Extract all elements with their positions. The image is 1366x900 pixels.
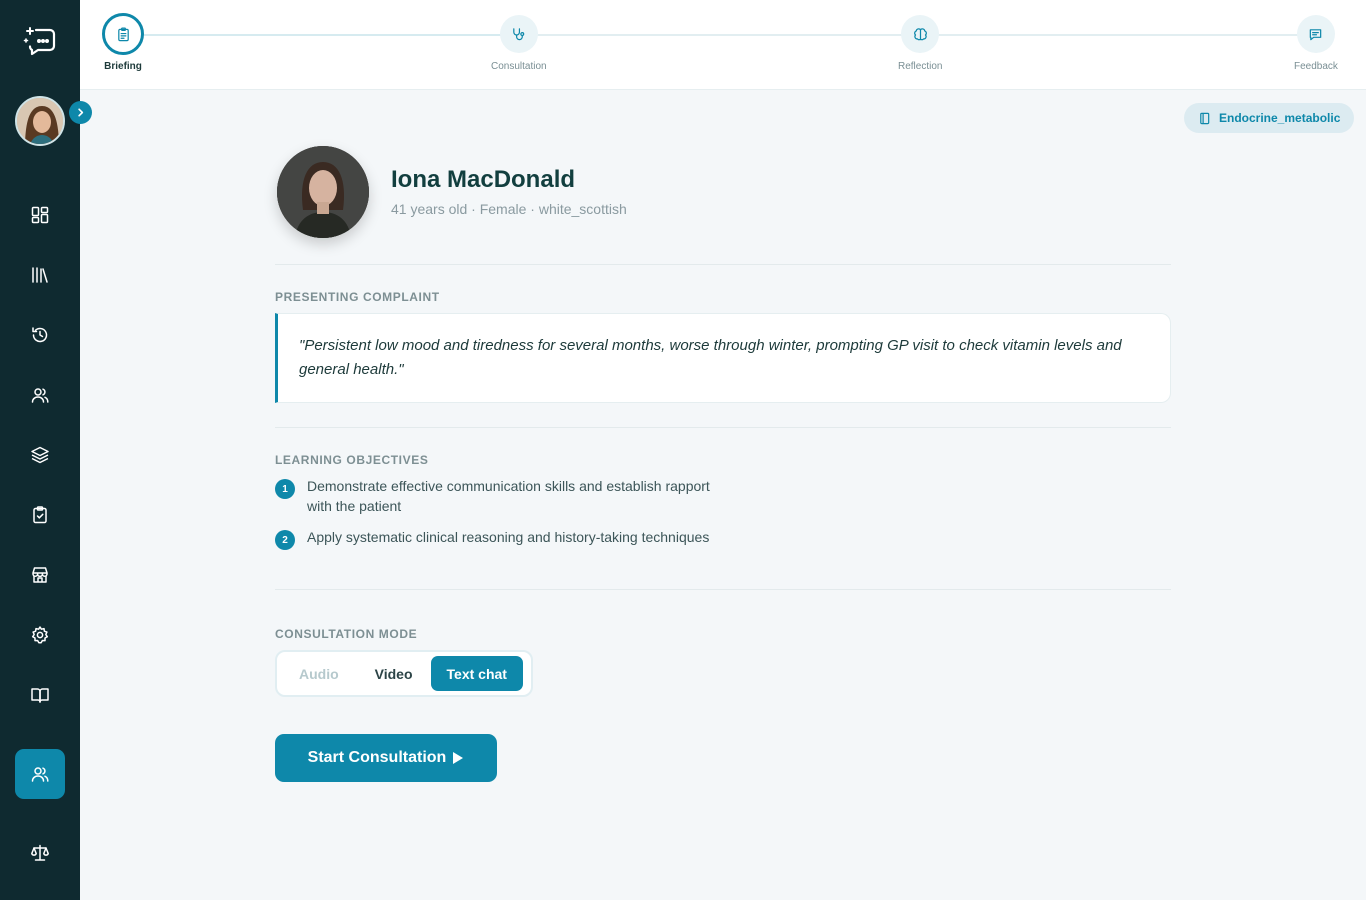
step-reflection-circle (901, 15, 940, 53)
nav-dashboard[interactable] (24, 199, 56, 231)
step-consultation[interactable]: Consultation (491, 15, 547, 72)
sidebar (0, 0, 92, 900)
message-icon (1310, 28, 1322, 40)
mode-video-button[interactable]: Video (357, 656, 431, 691)
step-feedback[interactable]: Feedback (1294, 15, 1338, 72)
patient-portrait (277, 146, 369, 238)
stepper-progress (144, 34, 522, 36)
category-tag[interactable]: Endocrine_metabolic (1184, 103, 1355, 133)
step-feedback-label: Feedback (1294, 61, 1338, 72)
category-tag-label: Endocrine_metabolic (1219, 111, 1341, 125)
library-icon (32, 267, 48, 283)
consultation-mode-toggle: Audio Video Text chat (275, 650, 533, 697)
dashboard-grid-icon (31, 206, 49, 224)
start-consultation-button[interactable]: Start Consultation (275, 734, 497, 782)
play-icon (453, 752, 464, 764)
clipboard-check-icon (33, 506, 47, 524)
step-briefing-circle (102, 13, 144, 55)
nav-guide[interactable] (24, 679, 56, 711)
consultation-mode-label: CONSULTATION MODE (275, 627, 418, 641)
nav-settings[interactable] (24, 619, 56, 651)
presenting-complaint-label: PRESENTING COMPLAINT (275, 290, 440, 304)
step-briefing-label: Briefing (104, 61, 142, 72)
objective-text: Demonstrate effective communication skil… (307, 478, 710, 514)
store-icon (32, 567, 48, 583)
user-avatar[interactable] (15, 96, 65, 146)
nav-tasks[interactable] (24, 499, 56, 531)
progress-stepper: Briefing Consultation Reflection Feedbac… (80, 0, 1366, 90)
section-divider (275, 589, 1171, 590)
mode-text-chat-button[interactable]: Text chat (430, 656, 523, 691)
layers-icon (31, 446, 49, 464)
mode-audio-button[interactable]: Audio (281, 656, 357, 691)
stethoscope-icon (513, 27, 525, 40)
step-reflection-label: Reflection (898, 61, 943, 72)
app-logo-icon[interactable] (22, 22, 58, 58)
learning-objective-item: 2 Apply systematic clinical reasoning an… (275, 527, 715, 550)
history-icon (32, 327, 48, 343)
nav-legal[interactable] (24, 837, 56, 869)
patient-name: Iona MacDonald (391, 166, 576, 193)
step-briefing[interactable]: Briefing (102, 13, 144, 72)
learning-objectives-label: LEARNING OBJECTIVES (275, 453, 429, 467)
users-icon (31, 767, 49, 782)
users-icon (31, 388, 49, 403)
step-feedback-circle (1296, 15, 1335, 53)
nav-layers[interactable] (24, 439, 56, 471)
chevron-right-icon (78, 108, 84, 117)
objective-number-badge: 1 (275, 479, 295, 499)
brain-icon (913, 27, 927, 40)
nav-patients-active[interactable] (15, 749, 65, 799)
section-divider (275, 264, 1171, 265)
clipboard-icon (117, 27, 129, 41)
section-divider (275, 427, 1171, 428)
start-consultation-label: Start Consultation (307, 749, 447, 766)
scales-icon (31, 844, 49, 861)
notebook-icon (1200, 112, 1210, 124)
patient-demographics: 41 years old · Female · white_scottish (391, 201, 627, 217)
step-reflection[interactable]: Reflection (898, 15, 942, 72)
sidebar-expand-button[interactable] (69, 101, 92, 124)
learning-objective-item: 1 Demonstrate effective communication sk… (275, 476, 715, 516)
objective-number-badge: 2 (275, 530, 295, 550)
presenting-complaint-quote: "Persistent low mood and tiredness for s… (275, 313, 1171, 403)
step-consultation-label: Consultation (491, 61, 547, 72)
book-open-icon (31, 688, 49, 703)
step-consultation-circle (499, 15, 538, 53)
nav-store[interactable] (24, 559, 56, 591)
nav-library[interactable] (24, 259, 56, 291)
nav-users[interactable] (24, 379, 56, 411)
objective-text: Apply systematic clinical reasoning and … (307, 529, 710, 545)
settings-gear-icon (31, 626, 49, 644)
nav-history[interactable] (24, 319, 56, 351)
